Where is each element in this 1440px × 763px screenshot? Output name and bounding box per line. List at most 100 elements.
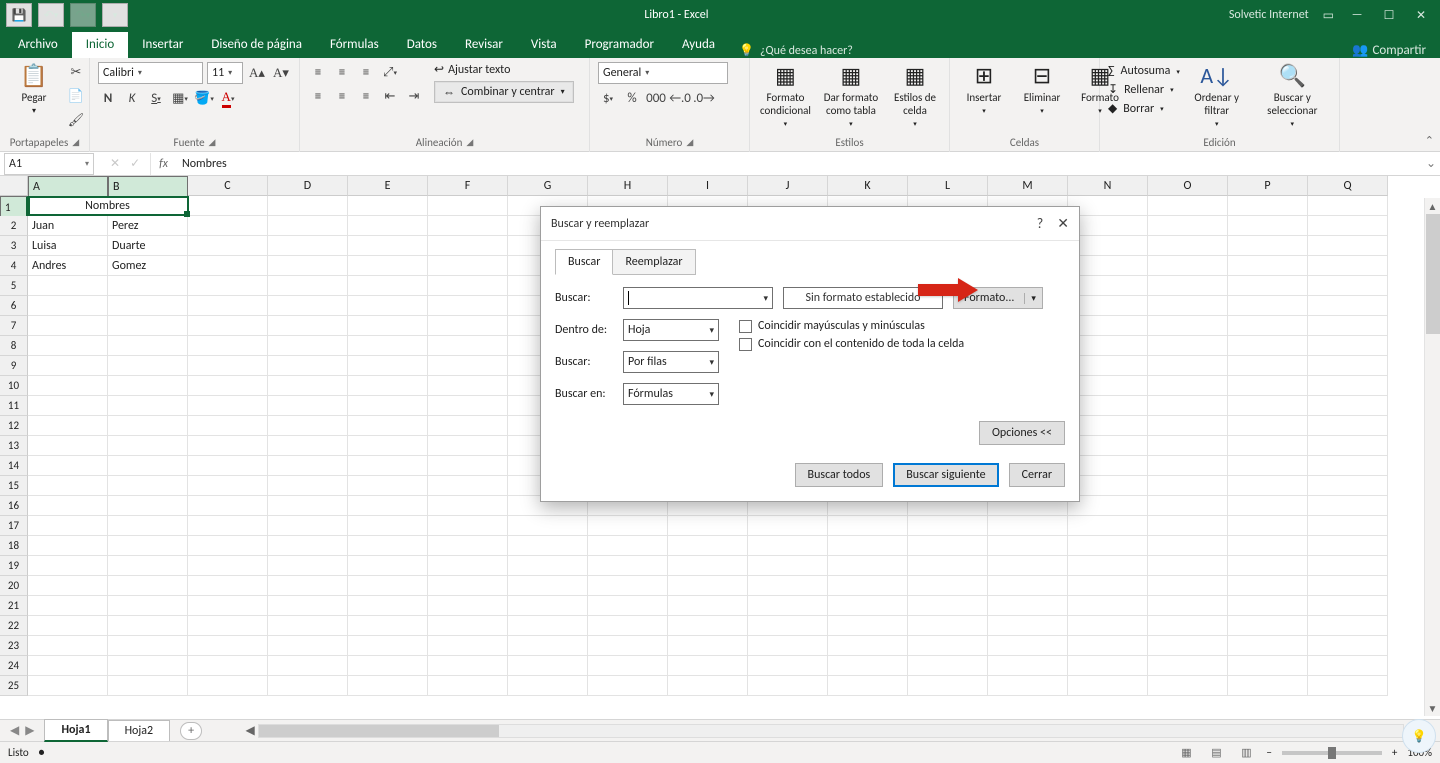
cell[interactable] [1148,416,1228,436]
cell[interactable] [1308,236,1388,256]
cell[interactable] [28,296,108,316]
column-header[interactable]: P [1228,176,1308,196]
cell[interactable] [108,396,188,416]
cell[interactable] [1068,276,1148,296]
cell[interactable]: Gomez [108,256,188,276]
row-header[interactable]: 6 [0,296,28,316]
cell[interactable] [108,676,188,696]
cell[interactable] [268,256,348,276]
cell[interactable] [908,676,988,696]
wrap-text-button[interactable]: ↩Ajustar texto [434,62,574,77]
cell[interactable] [508,636,588,656]
italic-button[interactable]: K [122,88,142,108]
decrease-indent-icon[interactable]: ⇤ [380,86,400,106]
cell[interactable] [748,576,828,596]
cell[interactable] [908,656,988,676]
currency-icon[interactable]: $▾ [598,88,618,108]
cell[interactable] [1308,496,1388,516]
cell[interactable] [1068,376,1148,396]
cell[interactable] [1308,556,1388,576]
cell[interactable] [828,616,908,636]
fill-button[interactable]: ↧Rellenar▾ [1108,82,1180,97]
cell[interactable] [1148,336,1228,356]
cell[interactable] [28,636,108,656]
cell[interactable] [988,656,1068,676]
cell[interactable] [348,636,428,656]
cell[interactable] [1228,456,1308,476]
collapse-ribbon-icon[interactable]: ⌃ [1425,134,1434,147]
cell[interactable] [1228,416,1308,436]
cell[interactable] [1068,656,1148,676]
cell[interactable] [668,616,748,636]
cell[interactable] [1228,576,1308,596]
cell[interactable] [1308,196,1388,216]
cell[interactable] [1148,556,1228,576]
cell[interactable] [108,416,188,436]
cell[interactable] [28,316,108,336]
cell[interactable] [188,316,268,336]
zoom-out-icon[interactable]: − [1266,746,1271,759]
cell[interactable] [828,656,908,676]
cell[interactable] [28,536,108,556]
formula-input[interactable]: Nombres [176,157,1422,171]
cell[interactable] [1228,316,1308,336]
cell[interactable] [1228,676,1308,696]
user-name[interactable]: Solvetic Internet [1229,8,1309,22]
cell[interactable] [1148,656,1228,676]
cell[interactable] [1308,416,1388,436]
cell[interactable] [348,676,428,696]
cell[interactable] [108,496,188,516]
cell[interactable] [1148,316,1228,336]
cell[interactable] [1228,216,1308,236]
cell[interactable] [828,576,908,596]
cell[interactable] [428,376,508,396]
row-header[interactable]: 9 [0,356,28,376]
cell[interactable] [348,396,428,416]
cell[interactable] [188,336,268,356]
bold-button[interactable]: N [98,88,118,108]
row-header[interactable]: 13 [0,436,28,456]
cell[interactable] [28,596,108,616]
zoom-slider[interactable] [1282,751,1382,755]
row-header[interactable]: 3 [0,236,28,256]
cell[interactable]: Duarte [108,236,188,256]
cell[interactable] [348,296,428,316]
cell[interactable] [1308,436,1388,456]
new-sheet-button[interactable]: + [180,722,202,740]
cell[interactable] [268,496,348,516]
cell[interactable] [268,676,348,696]
row-header[interactable]: 7 [0,316,28,336]
delete-cells-button[interactable]: ⊟Eliminar▾ [1016,62,1068,115]
align-bottom-icon[interactable]: ≡ [356,62,376,82]
next-sheet-icon[interactable]: ▶ [25,723,34,738]
percent-icon[interactable]: % [622,88,642,108]
cell[interactable] [1148,436,1228,456]
font-name-combo[interactable]: Calibri▾ [98,62,203,84]
cell[interactable] [748,556,828,576]
cell[interactable] [908,516,988,536]
align-center-icon[interactable]: ≡ [332,86,352,106]
cell[interactable] [28,276,108,296]
tab-formulas[interactable]: Fórmulas [316,32,393,58]
grow-font-icon[interactable]: A▴ [247,63,267,83]
expand-formula-bar-icon[interactable]: ⌄ [1422,156,1440,171]
cell[interactable] [348,236,428,256]
cell[interactable] [428,576,508,596]
row-header[interactable]: 2 [0,216,28,236]
cell[interactable] [28,436,108,456]
cell[interactable] [1308,636,1388,656]
cell[interactable] [1308,216,1388,236]
tab-datos[interactable]: Datos [393,32,451,58]
cell[interactable] [1308,676,1388,696]
cell[interactable] [188,216,268,236]
cell[interactable] [588,656,668,676]
clear-button[interactable]: ◆Borrar▾ [1108,101,1180,116]
cell[interactable] [1228,256,1308,276]
cell[interactable] [188,676,268,696]
cell[interactable] [508,556,588,576]
cell[interactable] [188,356,268,376]
row-header[interactable]: 25 [0,676,28,696]
shrink-font-icon[interactable]: A▾ [271,63,291,83]
cell[interactable] [28,556,108,576]
cell[interactable] [428,296,508,316]
